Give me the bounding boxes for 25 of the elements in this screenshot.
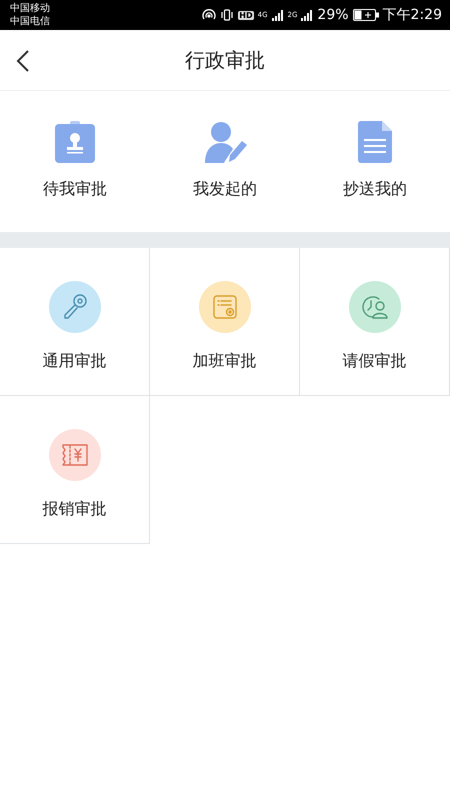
approval-type-tile[interactable]: 通用审批 (0, 248, 150, 396)
clock-time: 下午2:29 (382, 6, 442, 24)
approval-type-tile[interactable]: 加班审批 (150, 248, 300, 396)
receipt-icon (60, 442, 90, 468)
battery-percent: 29% (317, 7, 349, 23)
approval-type-tile[interactable]: 请假审批 (300, 248, 450, 396)
carrier-name: 中国电信 (10, 15, 50, 28)
quick-action[interactable]: 我发起的 (150, 91, 300, 232)
page-title: 行政审批 (185, 46, 265, 74)
certificate-icon (210, 293, 238, 321)
quick-action[interactable]: 待我审批 (0, 91, 150, 232)
hotspot-icon (202, 9, 216, 21)
signal-icon (301, 9, 314, 21)
document-icon (358, 121, 392, 163)
carrier-name: 中国移动 (10, 2, 50, 15)
approval-type-tile[interactable]: 报销审批 (0, 396, 150, 544)
quick-action[interactable]: 抄送我的 (300, 91, 450, 232)
clock-person-icon (360, 293, 390, 321)
hd-badge: HD (238, 10, 254, 20)
back-icon (16, 50, 30, 72)
signal-icon (272, 9, 284, 21)
vibrate-icon (220, 9, 234, 21)
person-edit-icon (203, 121, 247, 163)
battery-icon (352, 9, 379, 21)
badge-icon (54, 121, 96, 163)
